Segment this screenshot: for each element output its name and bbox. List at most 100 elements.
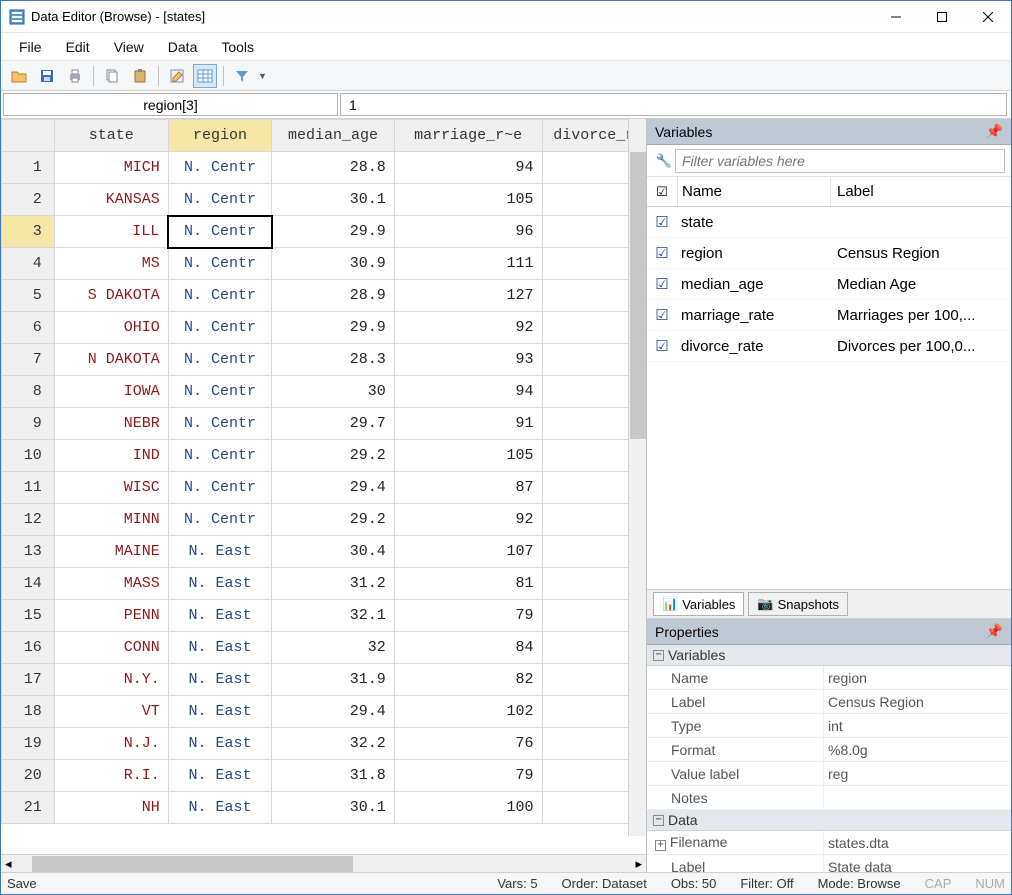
cell-region[interactable]: N. East [168,728,271,760]
menu-tools[interactable]: Tools [211,36,264,58]
variable-row[interactable]: ☑marriage_rateMarriages per 100,... [647,300,1011,331]
print-icon[interactable] [63,64,87,88]
cell-median-age[interactable]: 32.1 [272,600,394,632]
cell-region[interactable]: N. Centr [168,216,271,248]
corner-header[interactable] [2,120,55,152]
cell-median-age[interactable]: 28.8 [272,152,394,184]
variables-filter-input[interactable] [675,149,1005,173]
column-header-marriage-rate[interactable]: marriage_r~e [394,120,542,152]
cell-median-age[interactable]: 31.2 [272,568,394,600]
cell-value-box[interactable]: 1 [340,93,1007,116]
table-row[interactable]: 2KANSASN. Centr30.1105 [2,184,646,216]
edit-mode-icon[interactable] [165,64,189,88]
row-number[interactable]: 9 [2,408,55,440]
cell-marriage-rate[interactable]: 94 [394,152,542,184]
table-row[interactable]: 12MINNN. Centr29.292 [2,504,646,536]
table-row[interactable]: 18VTN. East29.4102 [2,696,646,728]
cell-median-age[interactable]: 32.2 [272,728,394,760]
cell-median-age[interactable]: 30.4 [272,536,394,568]
row-number[interactable]: 6 [2,312,55,344]
table-row[interactable]: 1MICHN. Centr28.894 [2,152,646,184]
cell-state[interactable]: NEBR [54,408,168,440]
cell-state[interactable]: MICH [54,152,168,184]
cell-median-age[interactable]: 30.1 [272,792,394,824]
table-row[interactable]: 15PENNN. East32.179 [2,600,646,632]
cell-marriage-rate[interactable]: 93 [394,344,542,376]
row-number[interactable]: 5 [2,280,55,312]
checkbox-icon[interactable]: ☑ [647,337,677,355]
tab-variables[interactable]: 📊Variables [653,592,744,616]
cell-marriage-rate[interactable]: 82 [394,664,542,696]
prop-value[interactable]: Census Region [823,690,1011,713]
variable-row[interactable]: ☑state [647,207,1011,238]
cell-median-age[interactable]: 28.9 [272,280,394,312]
cell-median-age[interactable]: 29.9 [272,312,394,344]
cell-state[interactable]: NH [54,792,168,824]
table-row[interactable]: 10INDN. Centr29.2105 [2,440,646,472]
cell-state[interactable]: PENN [54,600,168,632]
cell-marriage-rate[interactable]: 79 [394,760,542,792]
row-number[interactable]: 4 [2,248,55,280]
table-row[interactable]: 9NEBRN. Centr29.791 [2,408,646,440]
variables-label-header[interactable]: Label [831,183,1011,200]
row-number[interactable]: 17 [2,664,55,696]
table-row[interactable]: 11WISCN. Centr29.487 [2,472,646,504]
cell-marriage-rate[interactable]: 96 [394,216,542,248]
cell-region[interactable]: N. East [168,696,271,728]
table-row[interactable]: 19N.J.N. East32.276 [2,728,646,760]
expand-icon[interactable]: + [655,840,666,851]
collapse-icon[interactable]: − [653,650,664,661]
row-number[interactable]: 18 [2,696,55,728]
cell-median-age[interactable]: 29.4 [272,696,394,728]
prop-value[interactable]: %8.0g [823,738,1011,761]
row-number[interactable]: 3 [2,216,55,248]
column-header-region[interactable]: region [168,120,271,152]
menu-edit[interactable]: Edit [56,36,100,58]
filter-icon[interactable] [230,64,254,88]
table-row[interactable]: 16CONNN. East3284 [2,632,646,664]
cell-state[interactable]: ILL [54,216,168,248]
row-number[interactable]: 19 [2,728,55,760]
checkbox-icon[interactable]: ☑ [647,244,677,262]
row-number[interactable]: 21 [2,792,55,824]
variables-name-header[interactable]: Name [677,177,831,206]
prop-value[interactable]: State data [823,855,1011,872]
cell-region[interactable]: N. East [168,792,271,824]
cell-region[interactable]: N. Centr [168,184,271,216]
table-row[interactable]: 21NHN. East30.1100 [2,792,646,824]
prop-group-variables[interactable]: −Variables [647,645,1011,666]
menu-view[interactable]: View [104,36,154,58]
browse-mode-icon[interactable] [193,64,217,88]
row-number[interactable]: 10 [2,440,55,472]
table-row[interactable]: 20R.I.N. East31.879 [2,760,646,792]
table-row[interactable]: 4MSN. Centr30.9111 [2,248,646,280]
open-icon[interactable] [7,64,31,88]
tab-snapshots[interactable]: 📷Snapshots [748,592,848,616]
cell-state[interactable]: MS [54,248,168,280]
vertical-scrollbar[interactable] [628,119,646,836]
cell-region[interactable]: N. East [168,664,271,696]
row-number[interactable]: 12 [2,504,55,536]
copy-icon[interactable] [100,64,124,88]
table-row[interactable]: 13MAINEN. East30.4107 [2,536,646,568]
minimize-button[interactable] [873,1,919,33]
cell-marriage-rate[interactable]: 81 [394,568,542,600]
cell-region[interactable]: N. East [168,568,271,600]
variable-row[interactable]: ☑divorce_rateDivorces per 100,0... [647,331,1011,362]
cell-marriage-rate[interactable]: 102 [394,696,542,728]
cell-region[interactable]: N. Centr [168,152,271,184]
scroll-left-icon[interactable]: ◂ [1,856,16,872]
cell-region[interactable]: N. Centr [168,344,271,376]
cell-median-age[interactable]: 30.1 [272,184,394,216]
row-number[interactable]: 15 [2,600,55,632]
cell-median-age[interactable]: 30.9 [272,248,394,280]
scrollbar-thumb[interactable] [32,856,353,872]
save-icon[interactable] [35,64,59,88]
cell-state[interactable]: N DAKOTA [54,344,168,376]
cell-marriage-rate[interactable]: 105 [394,440,542,472]
cell-reference-box[interactable]: region[3] [3,93,338,116]
cell-state[interactable]: MASS [54,568,168,600]
cell-state[interactable]: MINN [54,504,168,536]
row-number[interactable]: 8 [2,376,55,408]
horizontal-scrollbar[interactable]: ◂ ▸ [1,854,646,872]
